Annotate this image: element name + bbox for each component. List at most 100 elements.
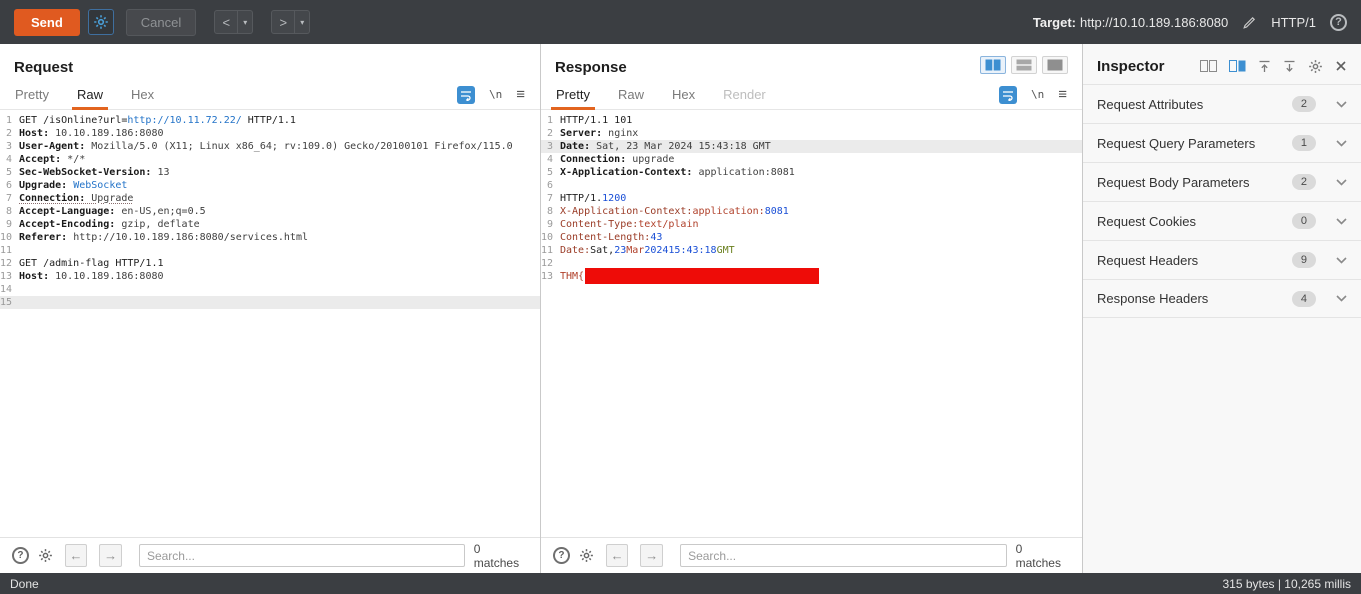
- request-panel: Request Pretty Raw Hex \n ≡ 1GET /isOnli…: [0, 44, 541, 573]
- line-number: 1: [541, 114, 560, 127]
- help-icon[interactable]: ?: [1330, 14, 1347, 31]
- http-version-selector[interactable]: HTTP/1: [1271, 15, 1316, 30]
- line-number: 12: [0, 257, 19, 270]
- response-tab-hex[interactable]: Hex: [672, 80, 695, 109]
- inspector-title: Inspector: [1097, 58, 1165, 75]
- request-tab-hex[interactable]: Hex: [131, 80, 154, 109]
- line-number: 4: [541, 153, 560, 166]
- code-line: 14: [0, 283, 540, 296]
- code-line: 1HTTP/1.1 101: [541, 114, 1082, 127]
- inspector-section-request-attributes[interactable]: Request Attributes2: [1083, 84, 1361, 123]
- code-line: 15: [0, 296, 540, 309]
- request-tab-raw[interactable]: Raw: [77, 80, 103, 109]
- show-newlines-icon[interactable]: \n: [1031, 88, 1044, 101]
- search-settings-icon[interactable]: [38, 548, 53, 563]
- response-search-bar: ? ← → 0 matches: [541, 537, 1082, 573]
- chevron-down-icon[interactable]: [1336, 101, 1347, 108]
- redacted-flag-block: [585, 268, 819, 284]
- expand-all-icon[interactable]: [1283, 60, 1296, 73]
- chevron-down-icon[interactable]: [1336, 218, 1347, 225]
- next-match-button[interactable]: →: [99, 544, 122, 567]
- send-button[interactable]: Send: [14, 9, 80, 36]
- code-line: 2Server: nginx: [541, 127, 1082, 140]
- match-count: 0 matches: [1016, 542, 1070, 570]
- dock-left-icon[interactable]: [1200, 60, 1217, 72]
- word-wrap-icon[interactable]: [457, 86, 475, 104]
- line-number: 5: [541, 166, 560, 179]
- columns-icon: [985, 59, 1001, 71]
- response-panel-head: Response: [541, 44, 1082, 80]
- inspector-section-request-body-parameters[interactable]: Request Body Parameters2: [1083, 162, 1361, 201]
- search-input[interactable]: [680, 544, 1007, 567]
- history-forward-dropdown[interactable]: ▾: [295, 10, 310, 34]
- previous-match-button[interactable]: ←: [606, 544, 629, 567]
- editor-menu-icon[interactable]: ≡: [516, 87, 525, 102]
- inspector-section-label: Request Body Parameters: [1097, 175, 1249, 190]
- chevron-down-icon[interactable]: [1336, 295, 1347, 302]
- history-back-dropdown[interactable]: ▾: [238, 10, 253, 34]
- request-panel-head: Request: [0, 44, 540, 80]
- search-input[interactable]: [139, 544, 465, 567]
- word-wrap-icon[interactable]: [999, 86, 1017, 104]
- inspector-section-response-headers[interactable]: Response Headers4: [1083, 279, 1361, 318]
- collapse-all-icon[interactable]: [1258, 60, 1271, 73]
- response-tab-pretty[interactable]: Pretty: [556, 80, 590, 109]
- line-number: 3: [541, 140, 560, 153]
- search-settings-icon[interactable]: [579, 548, 594, 563]
- request-tabs: Pretty Raw Hex \n ≡: [0, 80, 540, 110]
- history-back-button[interactable]: <: [214, 10, 238, 34]
- inspector-settings-icon[interactable]: [1308, 59, 1323, 74]
- code-line: 3Date: Sat, 23 Mar 2024 15:43:18 GMT: [541, 140, 1082, 153]
- line-number: 8: [0, 205, 19, 218]
- layout-side-by-side-button[interactable]: [980, 56, 1006, 74]
- line-number: 2: [541, 127, 560, 140]
- edit-target-icon[interactable]: [1242, 15, 1257, 30]
- response-panel: Response Pretty Raw Hex Render: [541, 44, 1083, 573]
- line-number: 15: [0, 296, 19, 309]
- count-badge: 4: [1292, 291, 1316, 307]
- editor-menu-icon[interactable]: ≡: [1058, 87, 1067, 102]
- response-stats: 315 bytes | 10,265 millis: [1222, 577, 1351, 591]
- target-display: Target: http://10.10.189.186:8080: [1033, 15, 1228, 30]
- next-match-button[interactable]: →: [640, 544, 663, 567]
- code-line: 7Connection: Upgrade: [0, 192, 540, 205]
- chevron-down-icon[interactable]: [1336, 179, 1347, 186]
- inspector-section-request-headers[interactable]: Request Headers9: [1083, 240, 1361, 279]
- line-number: 12: [541, 257, 560, 270]
- code-line: 13THM{: [541, 270, 1082, 283]
- previous-match-button[interactable]: ←: [65, 544, 88, 567]
- show-newlines-icon[interactable]: \n: [489, 88, 502, 101]
- match-count: 0 matches: [474, 542, 528, 570]
- code-line: 5X-Application-Context: application:8081: [541, 166, 1082, 179]
- request-settings-button[interactable]: [88, 9, 114, 35]
- chevron-down-icon[interactable]: [1336, 257, 1347, 264]
- layout-stacked-button[interactable]: [1011, 56, 1037, 74]
- inspector-head: Inspector: [1083, 44, 1361, 84]
- request-editor[interactable]: 1GET /isOnline?url=http://10.11.72.22/ H…: [0, 110, 540, 537]
- response-tab-raw[interactable]: Raw: [618, 80, 644, 109]
- line-number: 7: [541, 192, 560, 205]
- dock-right-icon[interactable]: [1229, 60, 1246, 72]
- chevron-down-icon[interactable]: [1336, 140, 1347, 147]
- inspector-section-request-query-parameters[interactable]: Request Query Parameters1: [1083, 123, 1361, 162]
- cancel-button[interactable]: Cancel: [126, 9, 196, 36]
- request-tab-pretty[interactable]: Pretty: [15, 80, 49, 109]
- history-forward-button[interactable]: >: [271, 10, 295, 34]
- search-help-icon[interactable]: ?: [553, 547, 570, 564]
- main-area: Request Pretty Raw Hex \n ≡ 1GET /isOnli…: [0, 44, 1361, 573]
- search-help-icon[interactable]: ?: [12, 547, 29, 564]
- inspector-section-label: Request Cookies: [1097, 214, 1196, 229]
- status-text: Done: [10, 577, 39, 591]
- top-toolbar: Send Cancel < ▾ > ▾ Target: http://10.10…: [0, 0, 1361, 44]
- line-number: 4: [0, 153, 19, 166]
- layout-single-button[interactable]: [1042, 56, 1068, 74]
- response-editor[interactable]: 1HTTP/1.1 1012Server: nginx3Date: Sat, 2…: [541, 110, 1082, 537]
- line-number: 10: [541, 231, 560, 244]
- code-line: 10Content-Length:43: [541, 231, 1082, 244]
- target-label: Target:: [1033, 15, 1076, 30]
- inspector-section-request-cookies[interactable]: Request Cookies0: [1083, 201, 1361, 240]
- code-line: 8Accept-Language: en-US,en;q=0.5: [0, 205, 540, 218]
- line-number: 8: [541, 205, 560, 218]
- close-icon[interactable]: [1335, 60, 1347, 72]
- line-number: 13: [541, 270, 560, 283]
